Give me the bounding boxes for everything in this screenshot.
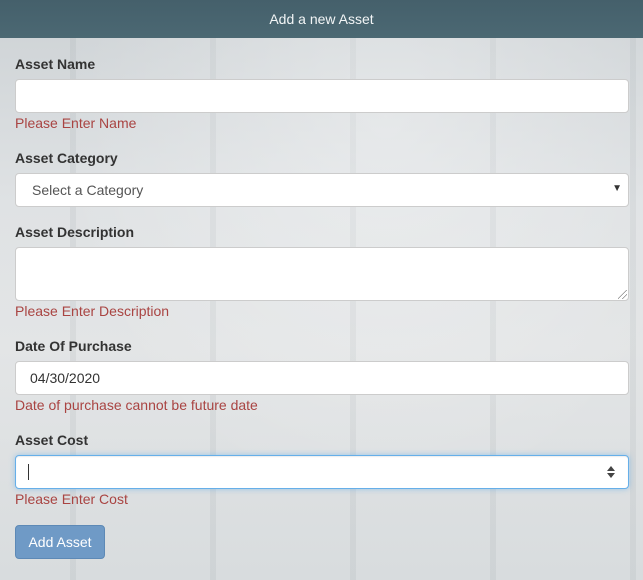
date-of-purchase-error: Date of purchase cannot be future date [15,397,258,413]
asset-name-error: Please Enter Name [15,115,137,131]
chevron-down-icon: ▼ [612,183,622,194]
asset-cost-label: Asset Cost [15,432,89,448]
asset-category-select[interactable]: Select a Category ▼ [15,173,629,207]
spinner-icon[interactable] [606,465,616,479]
text-caret [28,464,29,480]
asset-description-label: Asset Description [15,224,135,240]
asset-description-error: Please Enter Description [15,303,170,319]
asset-cost-error: Please Enter Cost [15,491,128,507]
page-title: Add a new Asset [269,11,374,27]
date-of-purchase-value: 04/30/2020 [30,370,101,386]
asset-category-selected: Select a Category [32,182,144,198]
date-of-purchase-input[interactable]: 04/30/2020 [15,361,629,395]
asset-cost-input[interactable] [15,455,629,489]
asset-name-label: Asset Name [15,56,96,72]
asset-category-label: Asset Category [15,150,118,166]
page-header: Add a new Asset [0,0,643,38]
resize-grip-icon[interactable] [618,290,627,299]
date-of-purchase-label: Date Of Purchase [15,338,132,354]
asset-name-input[interactable] [15,79,629,113]
spinner-down-icon[interactable] [607,473,615,478]
add-asset-button[interactable]: Add Asset [15,525,105,559]
asset-description-textarea[interactable] [15,247,629,301]
spinner-up-icon[interactable] [607,466,615,471]
